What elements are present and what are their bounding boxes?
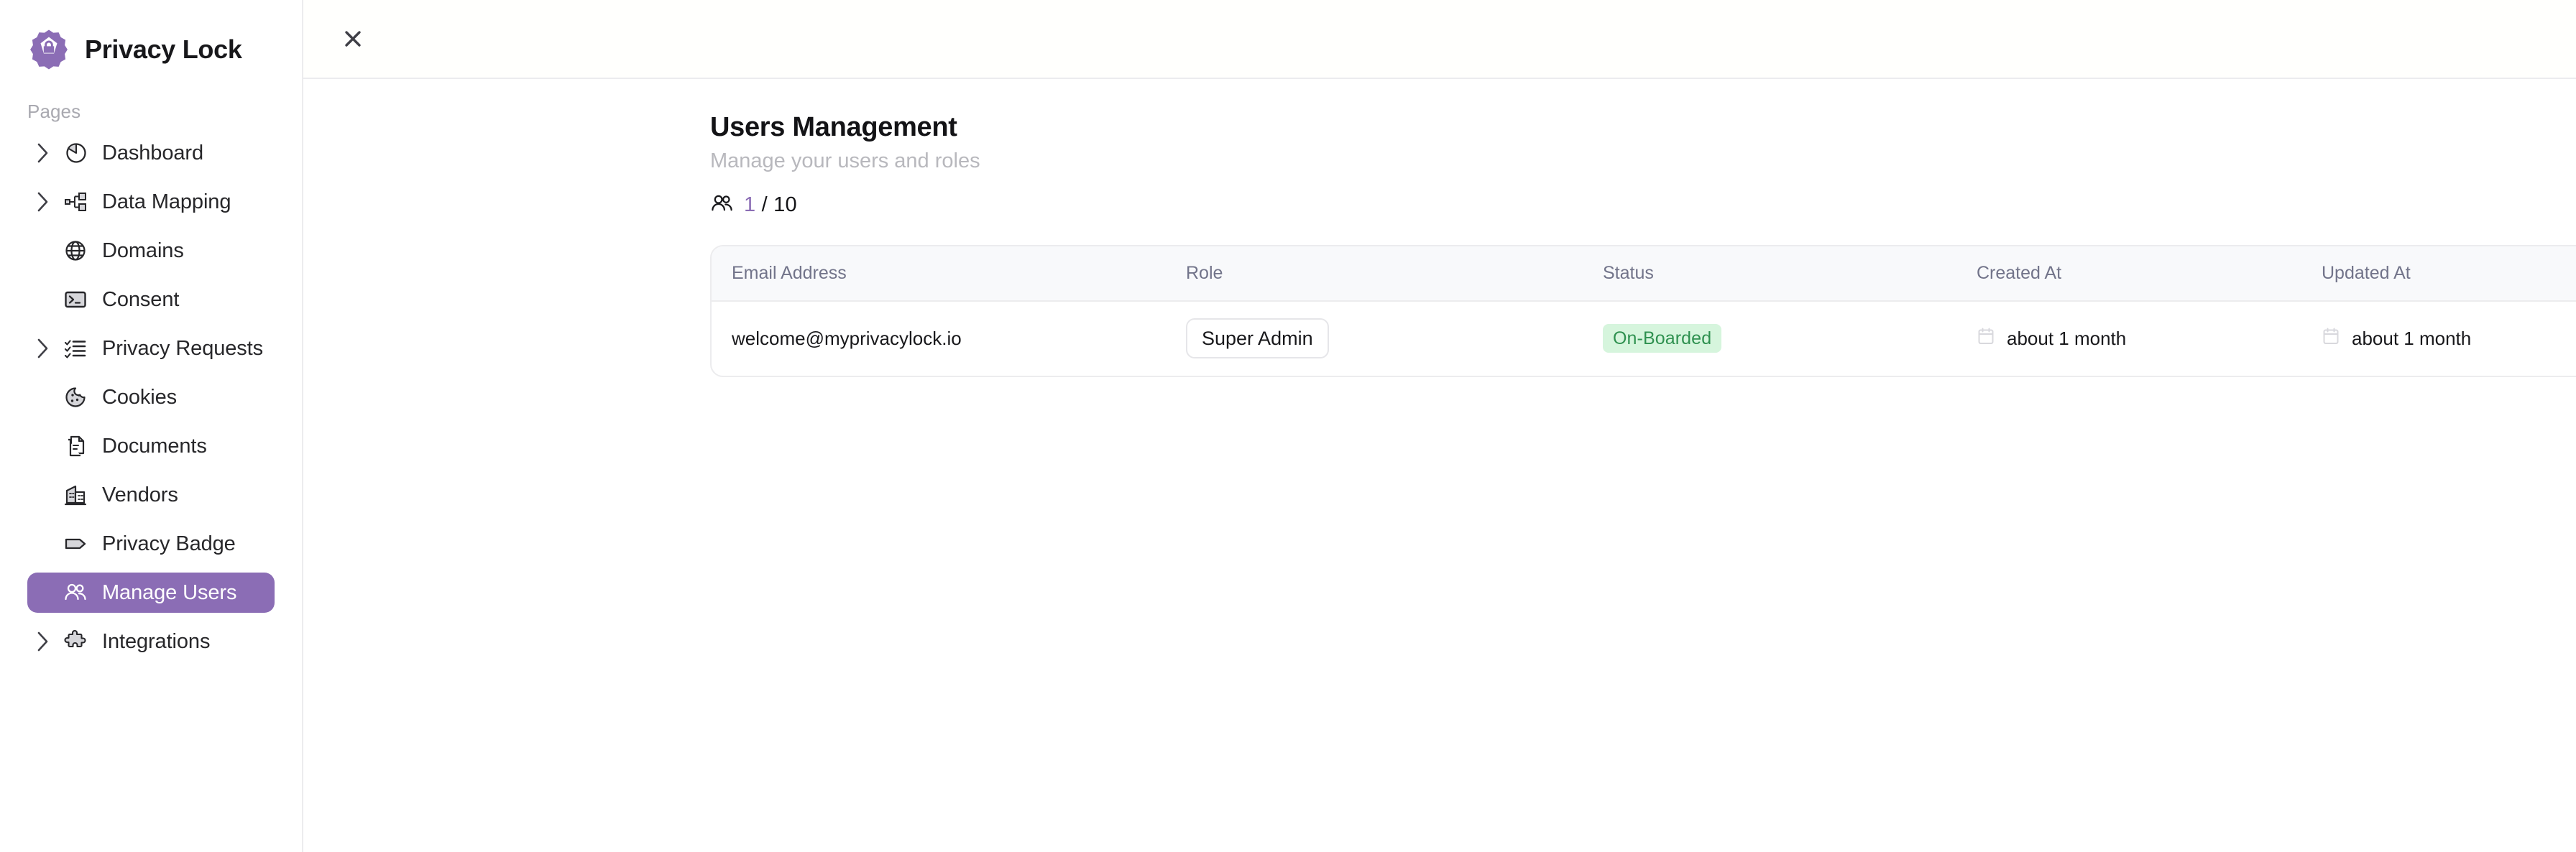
sidebar-item-documents[interactable]: Documents — [27, 426, 275, 466]
status-badge: On-Boarded — [1603, 324, 1722, 353]
sidebar-item-data-mapping[interactable]: Data Mapping — [27, 182, 275, 222]
chevron-right-icon[interactable] — [27, 190, 59, 213]
table-row: welcome@myprivacylock.io Super Admin On-… — [712, 301, 2576, 376]
puzzle-piece-icon — [59, 629, 92, 654]
user-counter: 1 / 10 — [710, 192, 2576, 219]
page-header: Users Management Manage your users and r… — [710, 112, 2576, 219]
column-header-role: Role — [1186, 246, 1603, 302]
cell-email: welcome@myprivacylock.io — [732, 327, 962, 349]
table-header-row: Email Address Role Status Created At Upd… — [712, 246, 2576, 302]
user-count-text: 1 / 10 — [744, 193, 797, 217]
column-header-created: Created At — [1977, 246, 2322, 302]
created-at-value: about 1 month — [1977, 327, 2126, 351]
brand-name: Privacy Lock — [85, 34, 242, 64]
cell-role: Super Admin — [1186, 301, 1603, 376]
building-icon — [59, 483, 92, 507]
column-header-updated: Updated At — [2322, 246, 2576, 302]
sidebar-item-cookies[interactable]: Cookies — [27, 377, 275, 417]
sidebar-section-label: Pages — [27, 101, 81, 122]
close-icon[interactable] — [334, 19, 372, 58]
brand[interactable]: Privacy Lock — [0, 0, 302, 79]
chevron-right-icon[interactable] — [27, 630, 59, 653]
sidebar-item-label: Documents — [102, 434, 207, 458]
page-content: Users Management Manage your users and r… — [303, 79, 2576, 377]
pie-chart-icon — [59, 141, 92, 165]
sidebar-item-label: Privacy Badge — [102, 532, 236, 555]
user-count-separator: / — [755, 193, 774, 217]
sidebar-item-integrations[interactable]: Integrations — [27, 621, 275, 662]
sidebar-item-label: Consent — [102, 287, 180, 311]
sidebar-item-privacy-requests[interactable]: Privacy Requests — [27, 328, 275, 369]
created-at-label: about 1 month — [2007, 327, 2127, 349]
main-area: welcome@myprivacylock.io — [303, 0, 2576, 852]
users-table-element: Email Address Role Status Created At Upd… — [712, 246, 2576, 376]
sidebar-item-manage-users[interactable]: Manage Users — [27, 573, 275, 613]
cell-created-at: about 1 month — [1977, 301, 2322, 376]
sidebar-item-label: Cookies — [102, 385, 178, 409]
column-header-email: Email Address — [712, 246, 1186, 302]
calendar-icon — [2322, 327, 2340, 351]
sidebar-item-label: Manage Users — [102, 580, 237, 604]
table-head: Email Address Role Status Created At Upd… — [712, 246, 2576, 302]
cell-updated-at: about 1 month — [2322, 301, 2576, 376]
user-count-current: 1 — [744, 193, 756, 217]
chevron-right-icon[interactable] — [27, 142, 59, 165]
column-header-status: Status — [1603, 246, 1977, 302]
documents-icon — [59, 434, 92, 458]
sitemap-icon — [59, 190, 92, 214]
users-icon — [710, 192, 734, 219]
calendar-icon — [1977, 327, 1995, 351]
updated-at-value: about 1 month — [2322, 327, 2471, 351]
app-root: Privacy Lock Pages Dashboard Data Mappin… — [0, 0, 2576, 852]
sidebar-item-label: Dashboard — [102, 141, 203, 165]
updated-at-label: about 1 month — [2352, 327, 2472, 349]
sidebar-item-vendors[interactable]: Vendors — [27, 475, 275, 515]
page-title: Users Management — [710, 112, 957, 142]
page-subtitle: Manage your users and roles — [710, 149, 980, 172]
sidebar-item-domains[interactable]: Domains — [27, 231, 275, 271]
sidebar-item-label: Domains — [102, 239, 184, 262]
chevron-right-icon[interactable] — [27, 337, 59, 360]
sidebar-item-label: Vendors — [102, 483, 178, 506]
users-table: Email Address Role Status Created At Upd… — [710, 244, 2576, 377]
sidebar-nav: Dashboard Data Mapping Domains Consent P… — [0, 133, 302, 662]
sidebar-item-consent[interactable]: Consent — [27, 279, 275, 320]
globe-icon — [59, 239, 92, 263]
topbar: welcome@myprivacylock.io — [303, 0, 2576, 79]
privacy-lock-badge-icon — [27, 28, 70, 71]
cell-status: On-Boarded — [1603, 301, 1977, 376]
sidebar-item-dashboard[interactable]: Dashboard — [27, 133, 275, 173]
checklist-icon — [59, 336, 92, 361]
sidebar-item-label: Integrations — [102, 629, 211, 653]
cookie-icon — [59, 385, 92, 409]
sidebar-item-label: Privacy Requests — [102, 336, 264, 360]
sidebar-item-label: Data Mapping — [102, 190, 231, 213]
users-icon — [59, 580, 92, 605]
terminal-icon — [59, 287, 92, 312]
sidebar: Privacy Lock Pages Dashboard Data Mappin… — [0, 0, 303, 852]
tag-icon — [59, 532, 92, 556]
user-count-total: 10 — [773, 193, 797, 217]
role-select[interactable]: Super Admin — [1186, 318, 1329, 359]
page-header-text: Users Management Manage your users and r… — [710, 112, 2576, 219]
table-body: welcome@myprivacylock.io Super Admin On-… — [712, 301, 2576, 376]
sidebar-item-privacy-badge[interactable]: Privacy Badge — [27, 524, 275, 564]
